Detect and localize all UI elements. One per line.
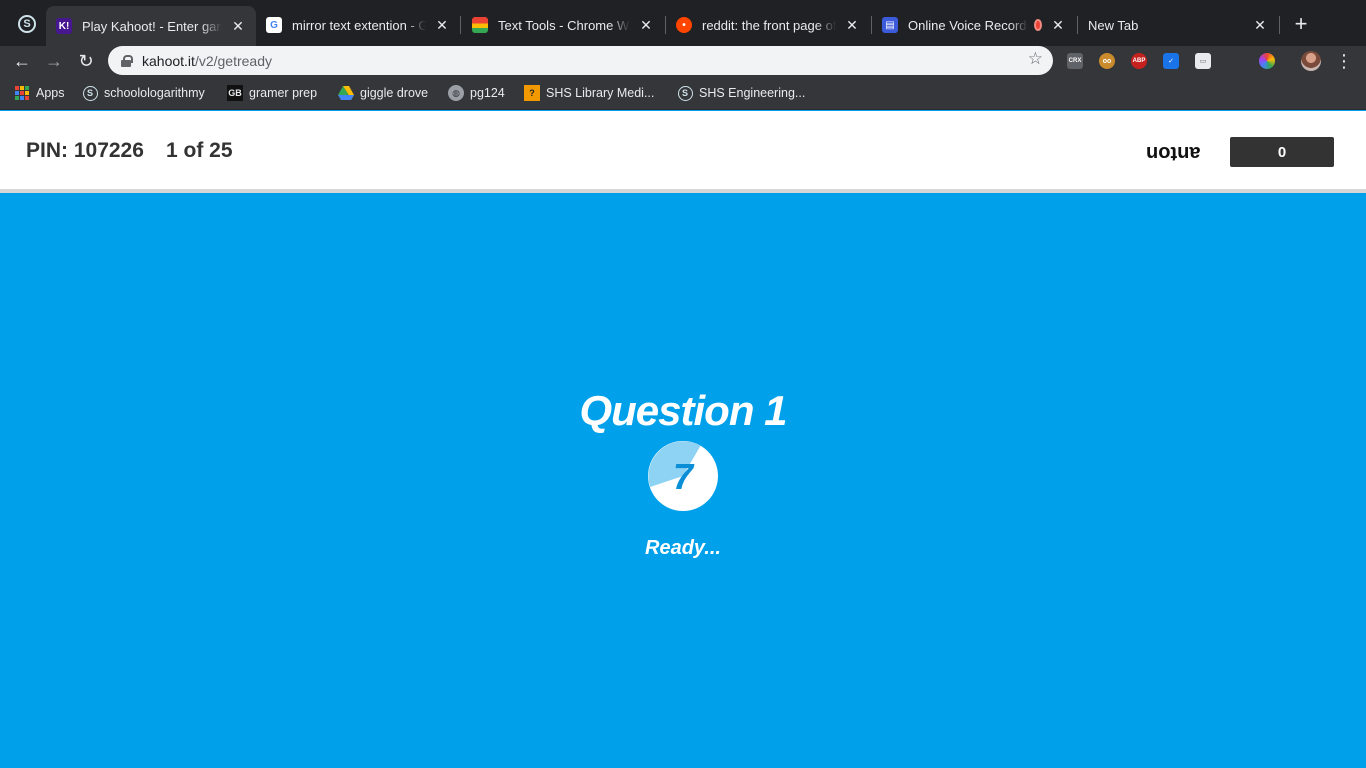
- close-icon[interactable]: ✕: [434, 17, 450, 33]
- kahoot-icon: K!: [56, 18, 72, 34]
- close-icon[interactable]: ✕: [1252, 17, 1268, 33]
- globe-icon: ◍: [448, 85, 464, 101]
- close-icon[interactable]: ✕: [1050, 17, 1066, 33]
- ready-text: Ready...: [645, 537, 721, 559]
- extension-blue-icon[interactable]: ✓: [1163, 53, 1179, 69]
- library-icon: ?: [524, 85, 540, 101]
- tab-title: Online Voice Recorder: [908, 17, 1028, 33]
- owl-icon[interactable]: oo: [1099, 53, 1115, 69]
- recording-icon: [1034, 19, 1042, 31]
- lock-icon: [121, 54, 133, 67]
- player-nickname: anton: [1146, 142, 1201, 164]
- tab-strip: S K! Play Kahoot! - Enter game ✕ G mirro…: [0, 0, 1366, 46]
- bookmark-shs-library[interactable]: ? SHS Library Medi...: [524, 84, 654, 102]
- close-icon[interactable]: ✕: [230, 18, 246, 34]
- bookmark-star-icon[interactable]: ☆: [1028, 49, 1043, 69]
- get-ready-screen: Question 1 7 Ready...: [0, 197, 1366, 768]
- close-icon[interactable]: ✕: [844, 17, 860, 33]
- more-menu-icon[interactable]: ⋮: [1335, 50, 1353, 72]
- countdown-number: 7: [673, 456, 695, 497]
- url-text[interactable]: kahoot.it/v2/getready: [142, 53, 272, 69]
- tab-title: reddit: the front page of the internet: [702, 17, 836, 33]
- game-header: PIN: 107226 1 of 25 anton 0: [0, 111, 1366, 193]
- bookmark-schoology[interactable]: S schoolologarithmy: [82, 84, 205, 102]
- close-icon[interactable]: ✕: [638, 17, 654, 33]
- tab-title: New Tab: [1088, 17, 1139, 33]
- apps-grid-icon: [14, 85, 30, 101]
- bookmark-giggle-drove[interactable]: giggle drove: [338, 84, 428, 102]
- browser-toolbar: ← → ↻ kahoot.it/v2/getready ☆ CRX oo ABP…: [0, 46, 1366, 76]
- bookmark-gramer-prep[interactable]: GB gramer prep: [227, 84, 317, 102]
- question-progress: 1 of 25: [166, 139, 233, 162]
- new-tab-button[interactable]: +: [1289, 11, 1313, 36]
- tab-title: Play Kahoot! - Enter game: [82, 18, 222, 34]
- address-bar[interactable]: kahoot.it/v2/getready ☆: [108, 46, 1053, 75]
- schoology-icon: S: [677, 85, 693, 101]
- crx-icon[interactable]: CRX: [1067, 53, 1083, 69]
- bookmark-shs-engineering[interactable]: S SHS Engineering...: [677, 84, 805, 102]
- profile-avatar[interactable]: [1301, 51, 1321, 71]
- tab-title: mirror text extention - Google Search: [292, 17, 426, 33]
- tab-reddit[interactable]: • reddit: the front page of the internet…: [666, 8, 870, 42]
- schoology-app-icon[interactable]: S: [10, 8, 44, 40]
- extension-gray-icon[interactable]: ▭: [1195, 53, 1211, 69]
- tab-kahoot[interactable]: K! Play Kahoot! - Enter game ✕: [46, 6, 256, 46]
- countdown-timer: 7: [648, 441, 718, 511]
- forward-button[interactable]: →: [41, 48, 67, 74]
- tab-new-tab[interactable]: New Tab ✕: [1078, 8, 1278, 42]
- bookmarks-bar: Apps S schoolologarithmy GB gramer prep …: [0, 76, 1366, 110]
- adblock-icon[interactable]: ABP: [1131, 53, 1147, 69]
- voice-recorder-icon: ▤: [882, 17, 898, 33]
- game-pin: PIN: 107226: [26, 139, 144, 162]
- tab-web-store[interactable]: Text Tools - Chrome Web Store ✕: [462, 8, 664, 42]
- bookmark-apps[interactable]: Apps: [14, 84, 65, 102]
- bookmark-pg124[interactable]: ◍ pg124: [448, 84, 505, 102]
- question-title: Question 1: [579, 387, 787, 434]
- back-button[interactable]: ←: [9, 48, 35, 74]
- reddit-icon: •: [676, 17, 692, 33]
- chrome-web-store-icon: [472, 17, 488, 33]
- tab-voice-recorder[interactable]: ▤ Online Voice Recorder ✕: [872, 8, 1076, 42]
- schoology-icon: S: [82, 85, 98, 101]
- google-icon: G: [266, 17, 282, 33]
- google-drive-icon: [338, 85, 354, 101]
- tab-title: Text Tools - Chrome Web Store: [498, 17, 630, 33]
- score-badge: 0: [1230, 137, 1334, 167]
- tab-google-search[interactable]: G mirror text extention - Google Search …: [256, 8, 460, 42]
- gb-icon: GB: [227, 85, 243, 101]
- reload-button[interactable]: ↻: [73, 48, 99, 74]
- extension-color-icon[interactable]: [1259, 53, 1275, 69]
